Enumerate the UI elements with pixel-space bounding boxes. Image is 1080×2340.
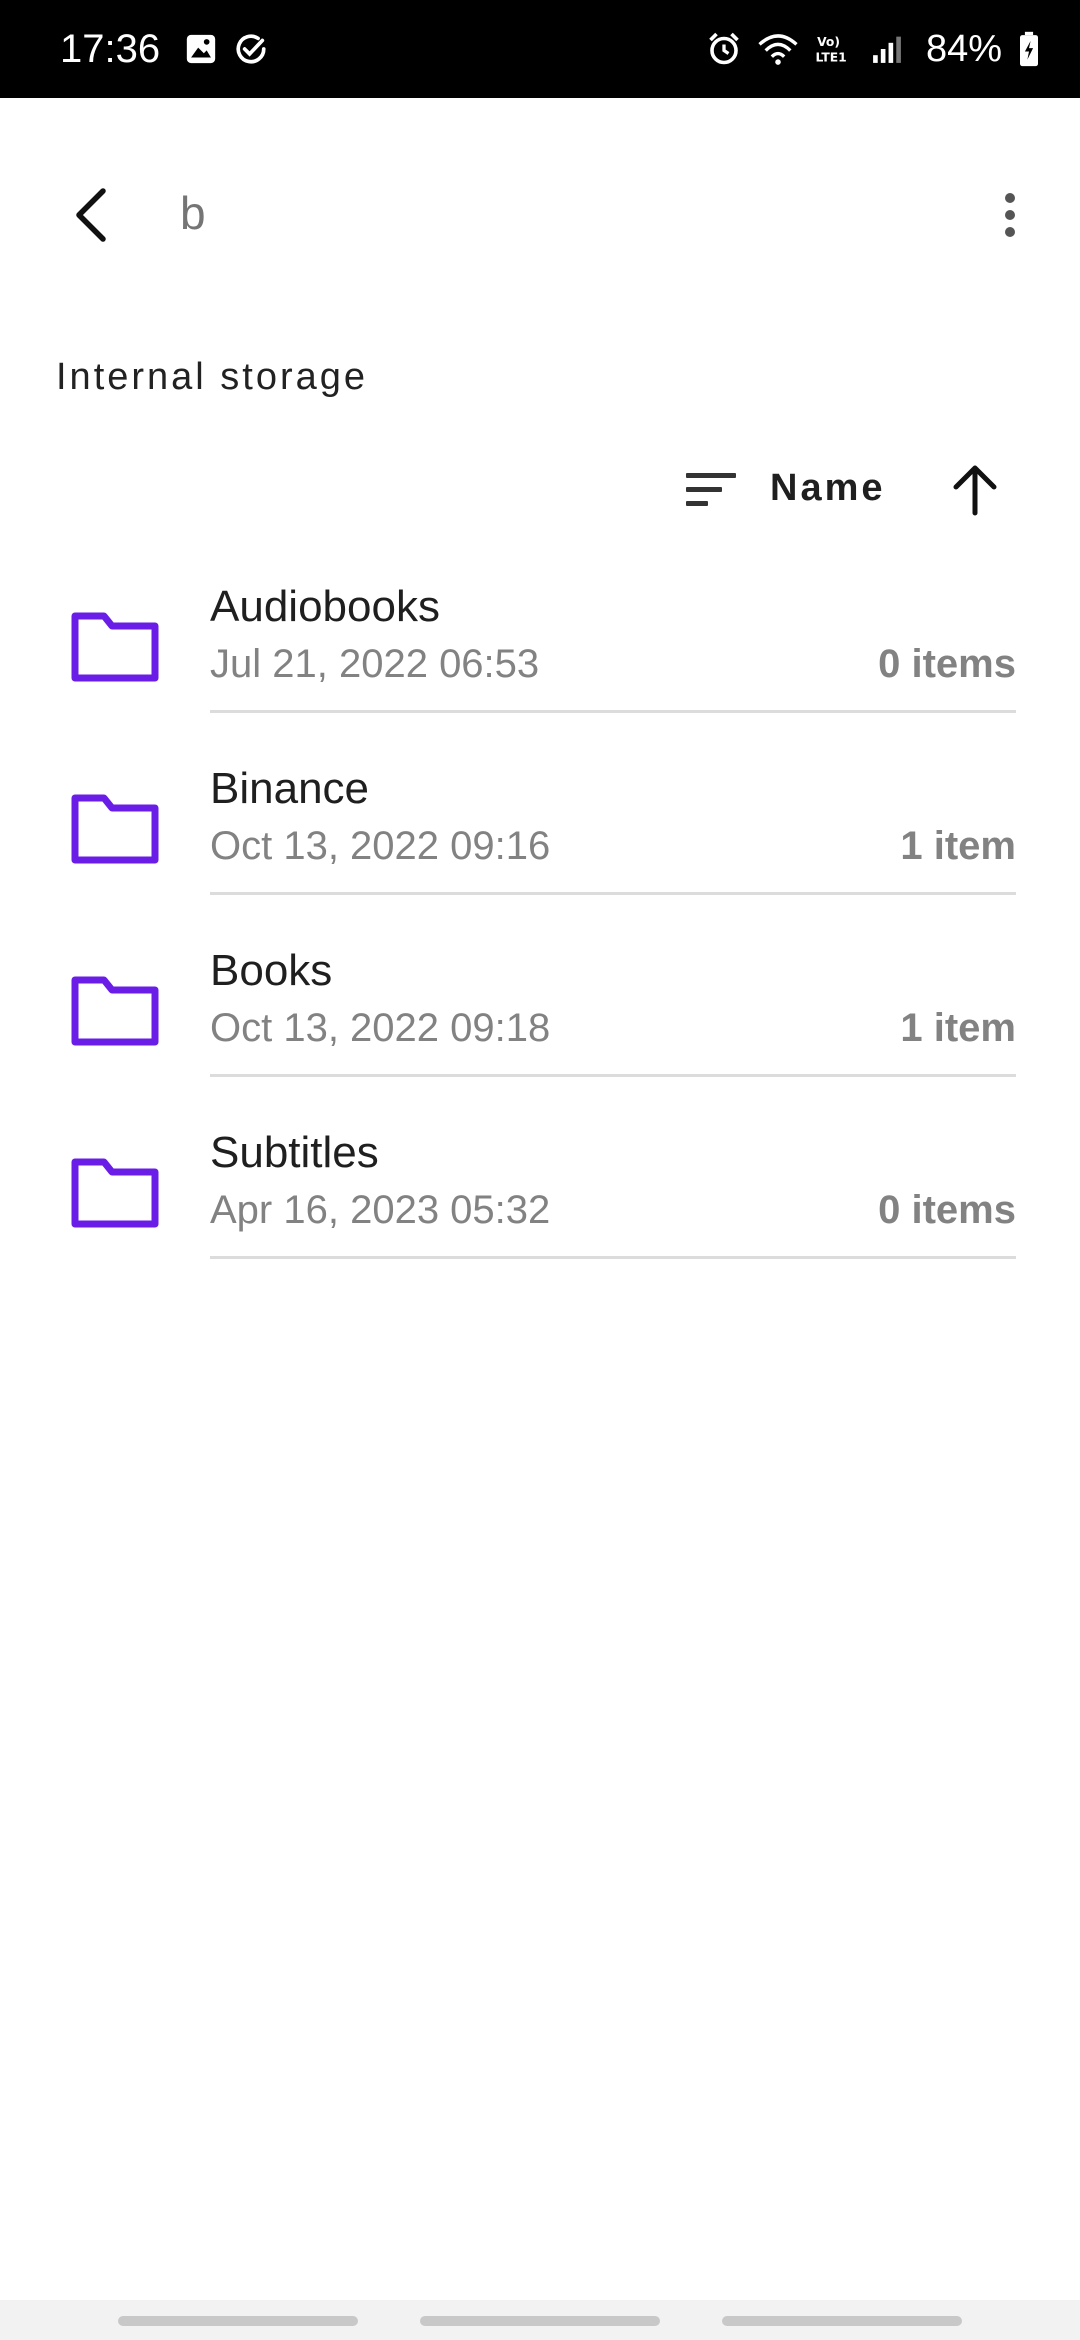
file-date: Apr 16, 2023 05:32 (210, 1188, 551, 1232)
file-item-count: 1 item (900, 1006, 1016, 1050)
nav-back-pill[interactable] (722, 2316, 962, 2326)
status-time: 17:36 (60, 26, 161, 71)
folder-icon (71, 1158, 159, 1228)
file-name: Audiobooks (210, 582, 440, 631)
list-item[interactable]: Binance Oct 13, 2022 09:16 1 item (0, 742, 1080, 924)
search-query[interactable]: b (180, 186, 206, 240)
gallery-icon (184, 32, 218, 66)
alarm-icon (706, 31, 742, 67)
arrow-up-icon[interactable] (948, 463, 1002, 517)
sort-icon[interactable] (686, 469, 738, 511)
file-name: Books (210, 946, 333, 995)
signal-icon (870, 32, 904, 66)
folder-icon (71, 794, 159, 864)
sort-by-label[interactable]: Name (770, 467, 886, 510)
divider (210, 892, 1016, 895)
file-date: Jul 21, 2022 06:53 (210, 642, 540, 686)
list-item[interactable]: Audiobooks Jul 21, 2022 06:53 0 items (0, 560, 1080, 742)
wifi-icon (758, 31, 798, 67)
nav-home-pill[interactable] (420, 2316, 660, 2326)
folder-icon (71, 612, 159, 682)
divider (210, 1074, 1016, 1077)
file-item-count: 0 items (878, 642, 1016, 686)
file-date: Oct 13, 2022 09:16 (210, 824, 551, 868)
back-button[interactable] (56, 175, 126, 255)
file-list: Audiobooks Jul 21, 2022 06:53 0 items Bi… (0, 560, 1080, 1288)
nav-recents-pill[interactable] (118, 2316, 358, 2326)
file-name: Subtitles (210, 1128, 379, 1177)
sort-row: Name (0, 455, 1080, 525)
check-circle-icon (234, 32, 268, 66)
folder-icon (71, 976, 159, 1046)
list-item[interactable]: Books Oct 13, 2022 09:18 1 item (0, 924, 1080, 1106)
file-item-count: 0 items (878, 1188, 1016, 1232)
divider (210, 1256, 1016, 1259)
file-item-count: 1 item (900, 824, 1016, 868)
svg-text:LTE1: LTE1 (815, 50, 846, 64)
battery-charging-icon (1018, 31, 1040, 67)
divider (210, 710, 1016, 713)
svg-text:Vo): Vo) (817, 35, 840, 49)
app-bar: b (0, 98, 1080, 332)
file-date: Oct 13, 2022 09:18 (210, 1006, 551, 1050)
location-label: Internal storage (56, 356, 369, 398)
battery-percent: 84% (925, 27, 1002, 70)
list-item[interactable]: Subtitles Apr 16, 2023 05:32 0 items (0, 1106, 1080, 1288)
status-bar: 17:36 Vo) LTE1 84% (0, 0, 1080, 98)
back-arrow-icon (76, 188, 106, 242)
status-bar-right: Vo) LTE1 84% (706, 28, 1040, 71)
navigation-bar (0, 2300, 1080, 2340)
status-bar-left: 17:36 (60, 27, 268, 72)
volte-icon: Vo) LTE1 (814, 31, 854, 67)
file-name: Binance (210, 764, 370, 813)
more-vert-icon (1005, 193, 1015, 237)
more-options-button[interactable] (980, 180, 1040, 250)
